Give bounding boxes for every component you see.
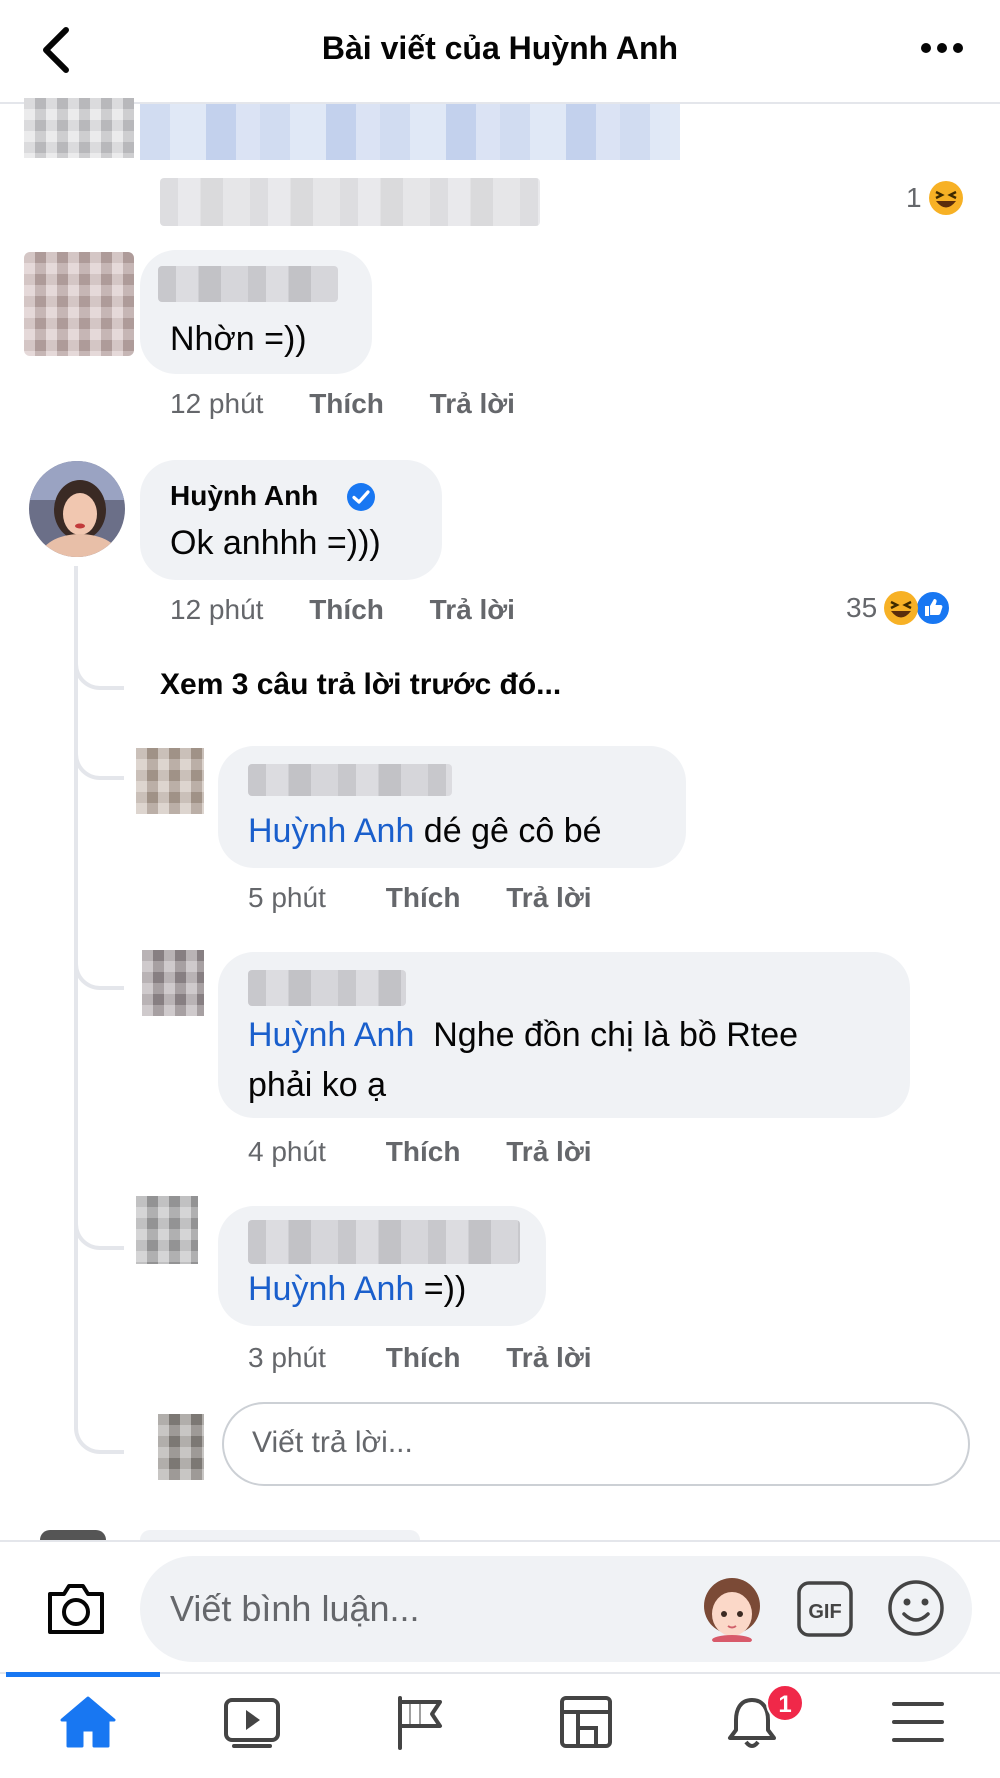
reply-placeholder: Viết trả lời...	[252, 1426, 413, 1459]
tab-home[interactable]	[6, 1674, 166, 1778]
like-button[interactable]: Thích	[386, 1136, 461, 1167]
blurred-comment-text	[140, 104, 680, 160]
comment-reactions[interactable]: 35	[846, 590, 952, 626]
thread-branch	[74, 740, 124, 780]
thread-line	[74, 566, 78, 1428]
view-previous-replies-link[interactable]: Xem 3 câu trả lời trước đó...	[160, 668, 561, 702]
next-comment-bubble-partial	[140, 1530, 420, 1540]
author-name[interactable]: Huỳnh Anh	[170, 480, 318, 511]
emoji-smile-icon[interactable]	[886, 1578, 946, 1638]
thread-branch	[74, 650, 124, 690]
reply-time: 3 phút	[248, 1342, 326, 1373]
thread-branch	[74, 1414, 124, 1454]
reply-avatar[interactable]	[142, 950, 204, 1016]
marketplace-icon	[560, 1696, 612, 1748]
mention-link[interactable]: Huỳnh Anh	[248, 812, 414, 850]
verified-badge-icon	[347, 483, 375, 511]
like-reaction-icon	[915, 590, 952, 626]
tab-video[interactable]	[170, 1674, 330, 1778]
blurred-author-name	[248, 764, 452, 796]
blurred-author-name	[248, 1220, 520, 1264]
reply-actions: 3 phút Thích Trả lời	[248, 1342, 592, 1374]
reply-button[interactable]: Trả lời	[506, 1342, 591, 1373]
reply-button[interactable]: Trả lời	[430, 388, 515, 419]
current-user-avatar	[158, 1414, 204, 1480]
reply-message: dé gê cô bé	[414, 812, 602, 850]
gif-icon[interactable]: GIF	[796, 1580, 854, 1638]
reply-input[interactable]: Viết trả lời...	[222, 1402, 970, 1486]
tab-menu[interactable]	[836, 1674, 996, 1778]
reply-text: Huỳnh Anh =))	[248, 1266, 466, 1312]
comment-actions: 12 phút Thích Trả lời	[170, 594, 515, 626]
reply-button[interactable]: Trả lời	[506, 1136, 591, 1167]
avatar-sticker-icon[interactable]	[700, 1576, 764, 1642]
reply-actions: 5 phút Thích Trả lời	[248, 882, 592, 914]
camera-icon[interactable]	[44, 1580, 108, 1636]
author-avatar[interactable]	[28, 460, 126, 558]
pages-flag-icon	[398, 1696, 442, 1750]
tab-pages[interactable]	[338, 1674, 498, 1778]
video-icon	[224, 1698, 280, 1748]
blurred-avatar	[24, 98, 134, 158]
reply-time: 4 phút	[248, 1136, 326, 1167]
reply-text-line-2: phải ko ạ	[248, 1066, 386, 1104]
like-button[interactable]: Thích	[386, 882, 461, 913]
comment-actions: 12 phút Thích Trả lời	[170, 388, 515, 420]
reply-button[interactable]: Trả lời	[506, 882, 591, 913]
comment-time: 12 phút	[170, 388, 264, 419]
bottom-tab-bar: 1	[0, 1672, 1000, 1778]
reply-time: 5 phút	[248, 882, 326, 913]
comment-text: Ok anhhh =)))	[170, 524, 381, 562]
mention-link[interactable]: Huỳnh Anh	[248, 1270, 414, 1308]
tab-notifications[interactable]: 1	[670, 1674, 830, 1778]
top-navigation-bar: Bài viết của Huỳnh Anh	[0, 0, 1000, 104]
more-options-icon[interactable]	[920, 40, 964, 56]
reply-message: Nghe đồn chị là bồ Rtee	[414, 1016, 799, 1054]
menu-icon	[892, 1702, 944, 1742]
comment-text: Nhờn =))	[170, 320, 307, 358]
comment-reactions[interactable]: 1	[906, 180, 964, 216]
reply-text: Huỳnh Anh dé gê cô bé	[248, 808, 602, 854]
haha-reaction-icon	[928, 181, 963, 215]
reply-avatar[interactable]	[136, 748, 204, 814]
comment-placeholder: Viết bình luận...	[170, 1588, 420, 1629]
home-icon	[60, 1696, 116, 1748]
reply-button[interactable]: Trả lời	[430, 594, 515, 625]
like-button[interactable]: Thích	[386, 1342, 461, 1373]
mention-link[interactable]: Huỳnh Anh	[248, 1016, 414, 1054]
page-title: Bài viết của Huỳnh Anh	[321, 30, 679, 66]
reaction-count: 35	[846, 592, 878, 623]
comment-composer: Viết bình luận... GIF	[0, 1540, 1000, 1672]
comment-author[interactable]: Huỳnh Anh	[170, 480, 318, 512]
reply-text-line-1: Huỳnh Anh Nghe đồn chị là bồ Rtee	[248, 1012, 798, 1058]
reply-avatar[interactable]	[136, 1196, 198, 1264]
reaction-count: 1	[906, 182, 922, 213]
notification-badge: 1	[766, 1684, 804, 1722]
reply-actions: 4 phút Thích Trả lời	[248, 1136, 592, 1168]
reply-message: =))	[414, 1270, 467, 1308]
comment-input[interactable]: Viết bình luận... GIF	[140, 1556, 972, 1662]
tab-marketplace[interactable]	[504, 1674, 664, 1778]
like-button[interactable]: Thích	[309, 594, 384, 625]
next-comment-avatar-partial	[40, 1530, 106, 1540]
comment-time: 12 phút	[170, 594, 264, 625]
gif-label: GIF	[808, 1601, 841, 1623]
commenter-avatar[interactable]	[24, 252, 134, 356]
like-button[interactable]: Thích	[309, 388, 384, 419]
thread-branch	[74, 1210, 124, 1250]
blurred-comment-meta	[160, 178, 540, 226]
blurred-author-name	[158, 266, 338, 302]
thread-branch	[74, 950, 124, 990]
blurred-author-name	[248, 970, 406, 1006]
haha-reaction-icon	[884, 591, 919, 625]
